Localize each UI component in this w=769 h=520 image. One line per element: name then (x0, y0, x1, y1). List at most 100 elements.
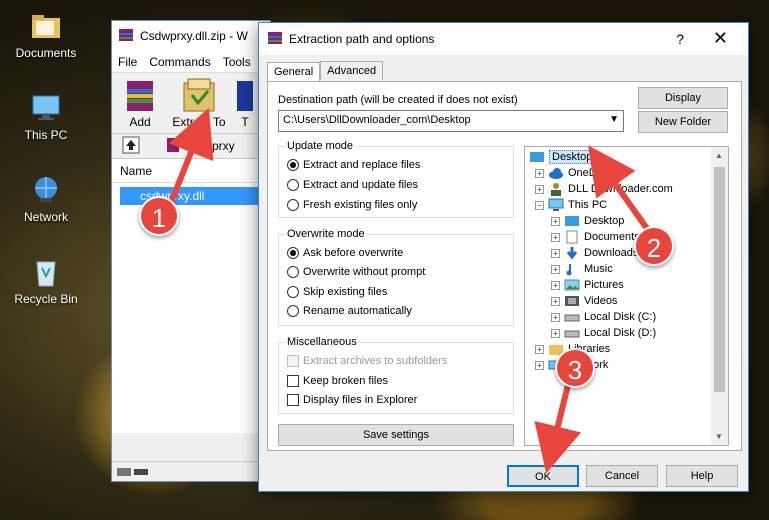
ok-button[interactable]: OK (507, 465, 579, 487)
check-display-explorer[interactable]: Display files in Explorer (287, 394, 417, 406)
close-icon[interactable]: ✕ (713, 28, 728, 49)
scrollbar-thumb[interactable] (714, 167, 725, 392)
tree-node-videos[interactable]: + Videos (551, 293, 617, 309)
tree-node-local-disk-c[interactable]: + Local Disk (C:) (551, 309, 656, 325)
menu-tools[interactable]: Tools (217, 55, 257, 69)
add-button[interactable]: Add (112, 73, 168, 133)
help-button[interactable]: Help (666, 465, 738, 487)
test-button[interactable]: T (230, 73, 260, 133)
tree-node-dll-downloader[interactable]: + DLL Downloader.com (535, 181, 673, 197)
expand-icon[interactable]: + (535, 184, 544, 194)
radio-fresh-existing[interactable]: Fresh existing files only (287, 199, 417, 211)
tree-node-local-disk-d[interactable]: + Local Disk (D:) (551, 325, 656, 341)
expand-icon[interactable]: + (535, 344, 544, 354)
desktop-icon-this-pc[interactable]: This PC (6, 92, 86, 142)
file-row[interactable]: csdwprxy.dll (120, 187, 260, 205)
test-label: T (241, 115, 249, 129)
general-panel: Destination path (will be created if doe… (267, 81, 742, 451)
tree-node-documents[interactable]: + Documents (551, 229, 640, 245)
update-mode-title: Update mode (285, 140, 356, 152)
dialog-title-bar[interactable]: Extraction path and options ? ✕ (259, 23, 748, 55)
radio-button[interactable] (287, 286, 299, 298)
expand-icon[interactable]: + (551, 216, 560, 226)
menu-commands[interactable]: Commands (143, 55, 216, 69)
tree-node-onedrive[interactable]: + OneDrive (535, 165, 614, 181)
desktop-folder-icon (565, 216, 579, 226)
display-button[interactable]: Display (638, 87, 728, 109)
tree-node-music[interactable]: + Music (551, 261, 613, 277)
step-badge-2: 2 (634, 226, 674, 266)
radio-extract-update[interactable]: Extract and update files (287, 179, 418, 191)
check-extract-subfolders: Extract archives to subfolders (287, 355, 447, 367)
radio-rename-auto[interactable]: Rename automatically (287, 305, 412, 317)
tree-node-pictures[interactable]: + Pictures (551, 277, 624, 293)
tree-node-this-pc[interactable]: − This PC (535, 197, 607, 213)
column-header-name[interactable]: Name (112, 159, 270, 183)
expand-icon[interactable]: + (551, 232, 560, 242)
checkbox[interactable] (287, 375, 299, 387)
radio-overwrite-without[interactable]: Overwrite without prompt (287, 266, 425, 278)
radio-button[interactable] (287, 199, 299, 211)
user-icon (551, 183, 561, 196)
music-note-icon (566, 264, 572, 276)
radio-button[interactable] (287, 159, 299, 171)
radio-skip-existing[interactable]: Skip existing files (287, 286, 387, 298)
help-icon[interactable]: ? (676, 31, 684, 47)
checkbox[interactable] (287, 394, 299, 406)
radio-button[interactable] (287, 247, 299, 259)
desktop-icon-recycle-bin[interactable]: Recycle Bin (6, 256, 86, 306)
expand-icon[interactable]: + (551, 312, 560, 322)
tree-scrollbar[interactable]: ▲ ▼ (711, 147, 728, 445)
tree-node-desktop[interactable]: Desktop (529, 149, 596, 165)
winrar-icon (267, 30, 283, 49)
radio-ask-before[interactable]: Ask before overwrite (287, 247, 403, 259)
check-keep-broken[interactable]: Keep broken files (287, 375, 388, 387)
expand-icon[interactable]: + (535, 360, 544, 370)
tab-advanced[interactable]: Advanced (320, 61, 384, 80)
network-icon (30, 174, 62, 206)
option-label: Overwrite without prompt (303, 266, 426, 278)
winrar-menu-bar: File Commands Tools (112, 51, 270, 73)
expand-icon[interactable]: + (551, 248, 560, 258)
scroll-down-icon[interactable]: ▼ (715, 432, 723, 441)
winrar-address-bar: Csdwprxy (112, 133, 270, 159)
column-name-label: Name (120, 163, 153, 178)
expand-icon[interactable]: + (551, 328, 560, 338)
expand-icon[interactable]: + (551, 264, 560, 274)
tab-general[interactable]: General (267, 62, 321, 81)
tree-label: Desktop (549, 150, 596, 164)
tree-label: Pictures (584, 279, 624, 291)
option-label: Rename automatically (303, 305, 412, 317)
extract-to-button[interactable]: Extract To (168, 73, 230, 133)
collapse-icon[interactable]: − (535, 200, 544, 210)
option-label: Ask before overwrite (303, 247, 404, 259)
step-badge-3: 3 (555, 348, 595, 388)
tree-node-pc-desktop[interactable]: + Desktop (551, 213, 624, 229)
cancel-button[interactable]: Cancel (586, 465, 658, 487)
radio-extract-replace[interactable]: Extract and replace files (287, 159, 420, 171)
expand-icon[interactable]: + (551, 296, 560, 306)
option-label: Extract archives to subfolders (303, 355, 448, 367)
desktop-icon-network[interactable]: Network (6, 174, 86, 224)
misc-group: Miscellaneous Extract archives to subfol… (278, 336, 514, 414)
radio-button[interactable] (287, 266, 299, 278)
radio-button[interactable] (287, 179, 299, 191)
winrar-title-bar[interactable]: Csdwprxy.dll.zip - W (112, 21, 270, 51)
destination-path-input[interactable]: C:\Users\DllDownloader_com\Desktop ▼ (278, 110, 624, 132)
tree-node-downloads[interactable]: + Downloads (551, 245, 638, 261)
scroll-up-icon[interactable]: ▲ (715, 151, 723, 160)
address-text[interactable]: Csdwprxy (182, 139, 235, 153)
new-folder-button[interactable]: New Folder (638, 111, 728, 133)
expand-icon[interactable]: + (535, 168, 544, 178)
folder-tree: Desktop + OneDrive + DLL Downloader.com … (524, 146, 729, 446)
desktop-icon-documents[interactable]: Documents (6, 10, 86, 60)
tree-label: Music (584, 263, 613, 275)
up-folder-icon[interactable] (122, 136, 140, 157)
chevron-down-icon[interactable]: ▼ (609, 114, 619, 125)
drive-key-icon (117, 468, 148, 476)
menu-file[interactable]: File (112, 55, 143, 69)
save-settings-button[interactable]: Save settings (278, 424, 514, 446)
expand-icon[interactable]: + (551, 280, 560, 290)
option-label: Fresh existing files only (303, 199, 418, 211)
radio-button[interactable] (287, 305, 299, 317)
